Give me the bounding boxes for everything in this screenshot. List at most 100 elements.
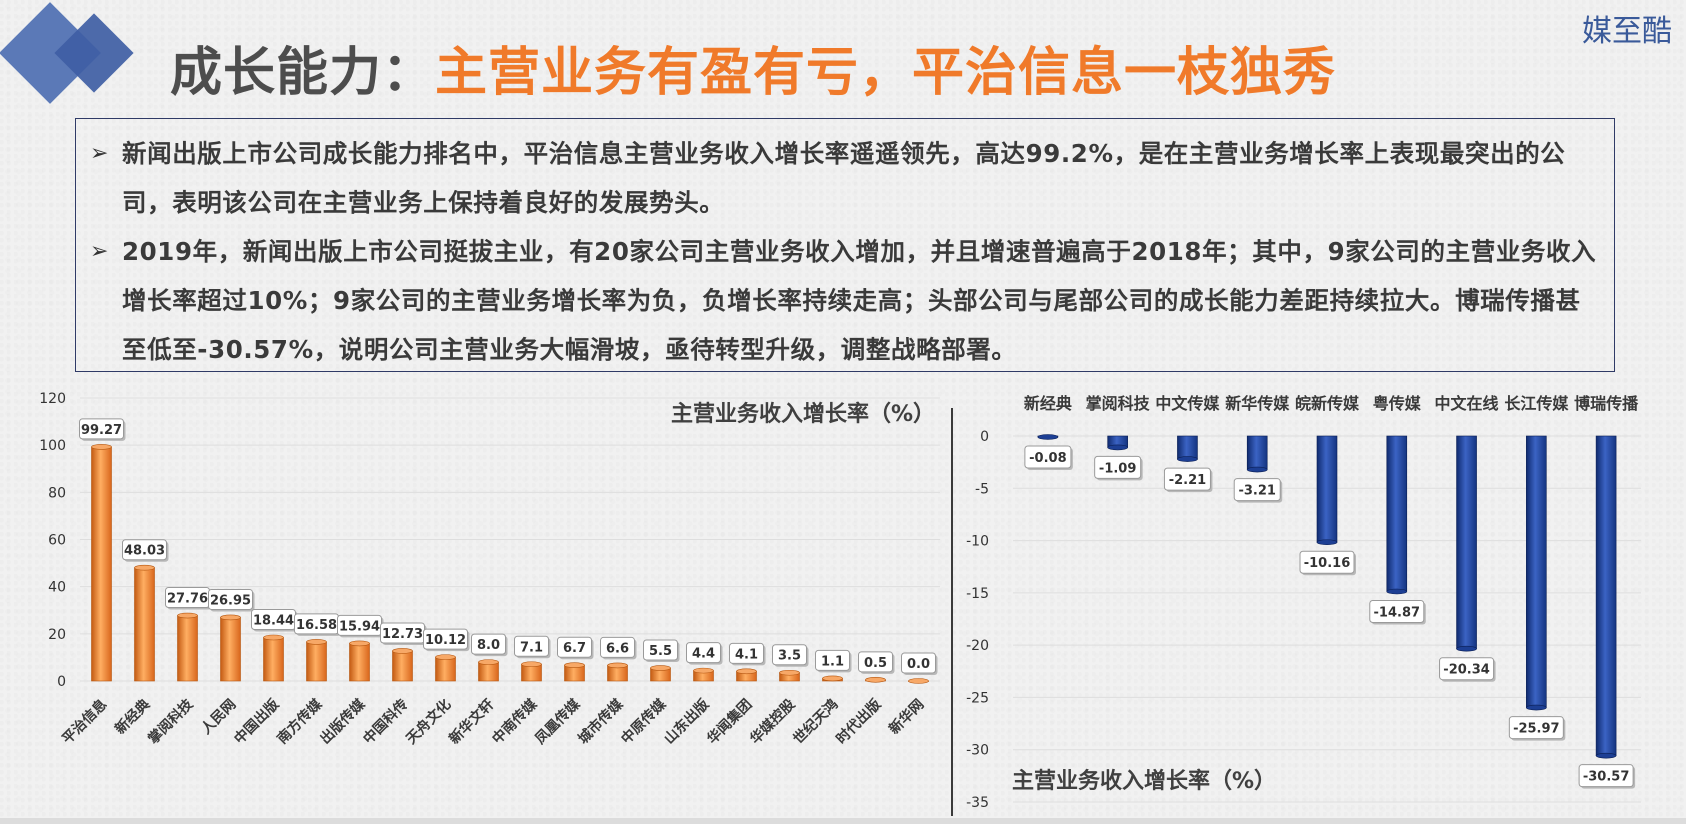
x-tick-label: 中国出版 (231, 696, 283, 748)
data-label: -2.21 (1163, 467, 1213, 493)
bar (349, 643, 370, 682)
x-tick-label: 长江传媒 (1504, 394, 1569, 413)
title-main: 主营业务有盈有亏，平治信息一枝独秀 (435, 43, 1337, 103)
data-label-text: 0.5 (864, 656, 887, 671)
x-tick-label: 粤传媒 (1373, 394, 1422, 413)
bullet-text-1: 新闻出版上市公司成长能力排名中，平治信息主营业务收入增长率遥遥领先，高达99.2… (122, 139, 1566, 217)
bar-cap (779, 669, 800, 676)
data-label-text: 15.94 (339, 619, 380, 634)
bar (220, 617, 241, 682)
data-label: -3.21 (1233, 478, 1283, 503)
data-label-text: -2.21 (1169, 473, 1206, 488)
y-tick-label: 40 (48, 580, 66, 596)
data-label-text: 3.5 (778, 649, 801, 664)
x-tick-label: 中文传媒 (1155, 394, 1220, 413)
x-tick-label: 新经典 (112, 696, 154, 738)
x-tick-label: 城市传媒 (575, 695, 627, 747)
data-label: -0.08 (1024, 445, 1073, 470)
y-tick-label: -25 (966, 690, 989, 706)
x-tick-label: 中原传媒 (618, 695, 670, 747)
bar-cap (1246, 466, 1268, 473)
data-label: 7.1 (514, 635, 551, 659)
bar (91, 446, 112, 682)
data-label-text: -3.21 (1238, 484, 1275, 499)
y-tick-label: -15 (966, 586, 989, 602)
y-tick-label: 20 (48, 627, 66, 643)
data-label: 4.4 (686, 642, 723, 665)
data-label-text: -14.87 (1374, 605, 1421, 620)
data-label: -30.57 (1578, 764, 1636, 789)
bar-cap (220, 614, 241, 621)
data-label: 48.03 (122, 539, 169, 562)
data-label-text: 48.03 (124, 544, 165, 559)
bar-cap (263, 634, 284, 641)
bar-cap (91, 444, 112, 450)
y-tick-label: -20 (966, 638, 989, 654)
data-label: 8.0 (471, 633, 508, 657)
x-tick-label: 新华文轩 (446, 696, 498, 748)
page-title: 成长能力：主营业务有盈有亏，平治信息一枝独秀 (170, 30, 1336, 105)
data-label: 99.27 (79, 418, 126, 441)
y-tick-label: 0 (57, 674, 66, 690)
y-tick-label: 0 (980, 429, 989, 445)
bar-cap (134, 564, 155, 571)
y-tick-label: -10 (966, 534, 989, 550)
bar (263, 637, 284, 682)
y-tick-label: -30 (966, 743, 989, 759)
data-label-text: 7.1 (520, 640, 543, 655)
data-label-text: 0.0 (907, 657, 930, 672)
y-tick-label: -35 (966, 795, 989, 811)
title-prefix: 成长能力： (170, 43, 436, 103)
data-label-text: 5.5 (649, 644, 672, 659)
data-label: 1.1 (815, 649, 852, 673)
data-label-text: 99.27 (81, 423, 122, 438)
bar (392, 650, 413, 682)
brand-logo-text: 媒至酷 (1582, 14, 1672, 49)
bar (435, 656, 456, 682)
bar-cap (392, 648, 413, 654)
x-tick-label: 新经典 (1024, 394, 1072, 413)
y-tick-label: 100 (39, 438, 66, 454)
data-label: 12.73 (380, 622, 427, 645)
x-tick-label: 世纪天鸿 (790, 696, 842, 748)
data-label: 26.95 (208, 588, 255, 612)
x-tick-label: 南方传媒 (274, 695, 326, 747)
data-label: 27.76 (165, 587, 212, 610)
data-label: -1.09 (1094, 455, 1143, 481)
data-label: 4.1 (729, 642, 766, 666)
y-tick-label: 60 (48, 533, 66, 549)
x-tick-label: 天舟文化 (403, 696, 455, 748)
summary-textbox: ➢ 新闻出版上市公司成长能力排名中，平治信息主营业务收入增长率遥遥领先，高达99… (75, 118, 1615, 372)
bar-cap (1107, 444, 1128, 451)
x-tick-label: 皖新传媒 (1295, 394, 1360, 413)
data-label-text: 4.4 (692, 647, 715, 662)
data-label-text: 1.1 (821, 654, 844, 669)
bar-cap (177, 612, 198, 619)
x-tick-label: 时代出版 (833, 696, 885, 748)
data-label: 10.12 (423, 628, 470, 652)
x-tick-label: 中南传媒 (489, 695, 541, 747)
bar-cap (478, 659, 499, 665)
data-label: -25.97 (1508, 716, 1566, 741)
data-label-text: -1.09 (1099, 461, 1136, 476)
data-label: 3.5 (772, 644, 809, 667)
x-tick-label: 博瑞传播 (1574, 394, 1639, 413)
x-tick-label: 新华网 (886, 696, 928, 738)
data-label-text: -0.08 (1029, 451, 1066, 466)
bar (134, 567, 155, 682)
bar (306, 641, 327, 682)
bar (177, 615, 198, 682)
footer-bar (0, 818, 1686, 824)
x-tick-label: 掌阅科技 (1086, 394, 1151, 413)
data-label-text: 10.12 (425, 633, 466, 648)
bar (1595, 435, 1617, 756)
x-tick-label: 凤凰传媒 (532, 695, 584, 747)
y-tick-label: 120 (39, 391, 66, 407)
bar-cap (435, 654, 456, 660)
bullet-arrow-icon: ➢ (90, 141, 109, 166)
bar-cap (1526, 704, 1547, 711)
bar (1246, 435, 1268, 470)
x-tick-label: 山东出版 (661, 696, 713, 748)
bar-cap (1386, 588, 1408, 595)
x-tick-label: 人民网 (198, 696, 240, 738)
